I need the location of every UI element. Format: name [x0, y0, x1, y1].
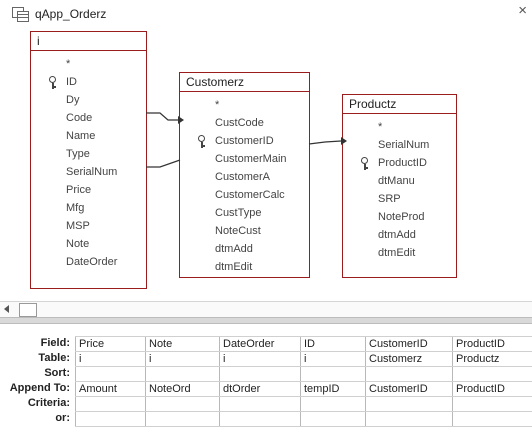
- grid-cell-append-to[interactable]: CustomerID: [365, 381, 453, 397]
- scroll-left-icon[interactable]: [4, 305, 9, 313]
- grid-cell-table[interactable]: Customerz: [365, 351, 453, 367]
- grid-cell-append-to[interactable]: Amount: [75, 381, 146, 397]
- grid-cell-criteria[interactable]: [300, 396, 366, 412]
- document-tab-bar: qApp_Orderz ×: [0, 0, 532, 29]
- grid-cell-criteria[interactable]: [145, 396, 220, 412]
- grid-cell-criteria[interactable]: [219, 396, 301, 412]
- grid-cell-or[interactable]: [145, 411, 220, 427]
- grid-cell-append-to[interactable]: dtOrder: [219, 381, 301, 397]
- grid-cell-table[interactable]: i: [145, 351, 220, 367]
- grid-cell-or[interactable]: [300, 411, 366, 427]
- grid-cell-sort[interactable]: [219, 366, 301, 382]
- document-title: qApp_Orderz: [35, 7, 107, 21]
- query-design-icon: [12, 7, 29, 22]
- grid-cell-field[interactable]: ID: [300, 336, 366, 352]
- grid-cell-field[interactable]: DateOrder: [219, 336, 301, 352]
- grid-cell-sort[interactable]: [452, 366, 532, 382]
- grid-row-labels: Field: Table: Sort: Append To: Criteria:…: [0, 336, 75, 426]
- grid-row-sort: [75, 366, 532, 382]
- join-line-code-custcode: [146, 112, 178, 121]
- grid-cell-sort[interactable]: [365, 366, 453, 382]
- scroll-thumb[interactable]: [19, 303, 37, 317]
- grid-cell-table[interactable]: i: [219, 351, 301, 367]
- grid-cell-criteria[interactable]: [452, 396, 532, 412]
- grid-cell-sort[interactable]: [300, 366, 366, 382]
- grid-cell-append-to[interactable]: tempID: [300, 381, 366, 397]
- grid-cell-field[interactable]: CustomerID: [365, 336, 453, 352]
- grid-row-or: [75, 411, 532, 427]
- row-label-criteria: Criteria:: [27, 397, 70, 409]
- grid-cell-sort[interactable]: [75, 366, 146, 382]
- pane-splitter[interactable]: [0, 317, 532, 324]
- query-design-grid: Field: Table: Sort: Append To: Criteria:…: [0, 336, 532, 428]
- grid-row-criteria: [75, 396, 532, 412]
- grid-cell-append-to[interactable]: ProductID: [452, 381, 532, 397]
- diagram-horizontal-scrollbar[interactable]: [0, 301, 532, 317]
- grid-cell-field[interactable]: Price: [75, 336, 146, 352]
- grid-cell-table[interactable]: i: [300, 351, 366, 367]
- row-label-or: or:: [55, 412, 70, 424]
- grid-cell-or[interactable]: [365, 411, 453, 427]
- grid-row-append-to: Amount NoteOrd dtOrder tempID CustomerID…: [75, 381, 532, 397]
- join-arrow-icon: [341, 137, 347, 145]
- join-line-customerid-serialnum: [308, 140, 342, 145]
- grid-cell-criteria[interactable]: [75, 396, 146, 412]
- grid-cell-criteria[interactable]: [365, 396, 453, 412]
- grid-cell-or[interactable]: [219, 411, 301, 427]
- grid-cell-append-to[interactable]: NoteOrd: [145, 381, 220, 397]
- grid-cell-table[interactable]: i: [75, 351, 146, 367]
- close-icon[interactable]: ×: [518, 2, 527, 19]
- grid-cell-sort[interactable]: [145, 366, 220, 382]
- grid-columns-table: Price Note DateOrder ID CustomerID Produ…: [75, 336, 532, 427]
- join-arrow-icon: [178, 116, 184, 124]
- grid-cell-table[interactable]: Productz: [452, 351, 532, 367]
- document-tab[interactable]: qApp_Orderz: [6, 3, 117, 25]
- grid-row-field: Price Note DateOrder ID CustomerID Produ…: [75, 336, 532, 352]
- grid-cell-or[interactable]: [452, 411, 532, 427]
- row-label-sort: Sort:: [44, 367, 70, 379]
- join-line-serialnum-customerid: [146, 159, 181, 168]
- join-lines: [146, 112, 347, 168]
- grid-cell-or[interactable]: [75, 411, 146, 427]
- grid-cell-field[interactable]: Note: [145, 336, 220, 352]
- row-label-append-to: Append To:: [9, 382, 70, 394]
- grid-row-table: i i i i Customerz Productz: [75, 351, 532, 367]
- grid-cell-field[interactable]: ProductID: [452, 336, 532, 352]
- row-label-table: Table:: [38, 352, 70, 364]
- row-label-field: Field:: [40, 337, 70, 349]
